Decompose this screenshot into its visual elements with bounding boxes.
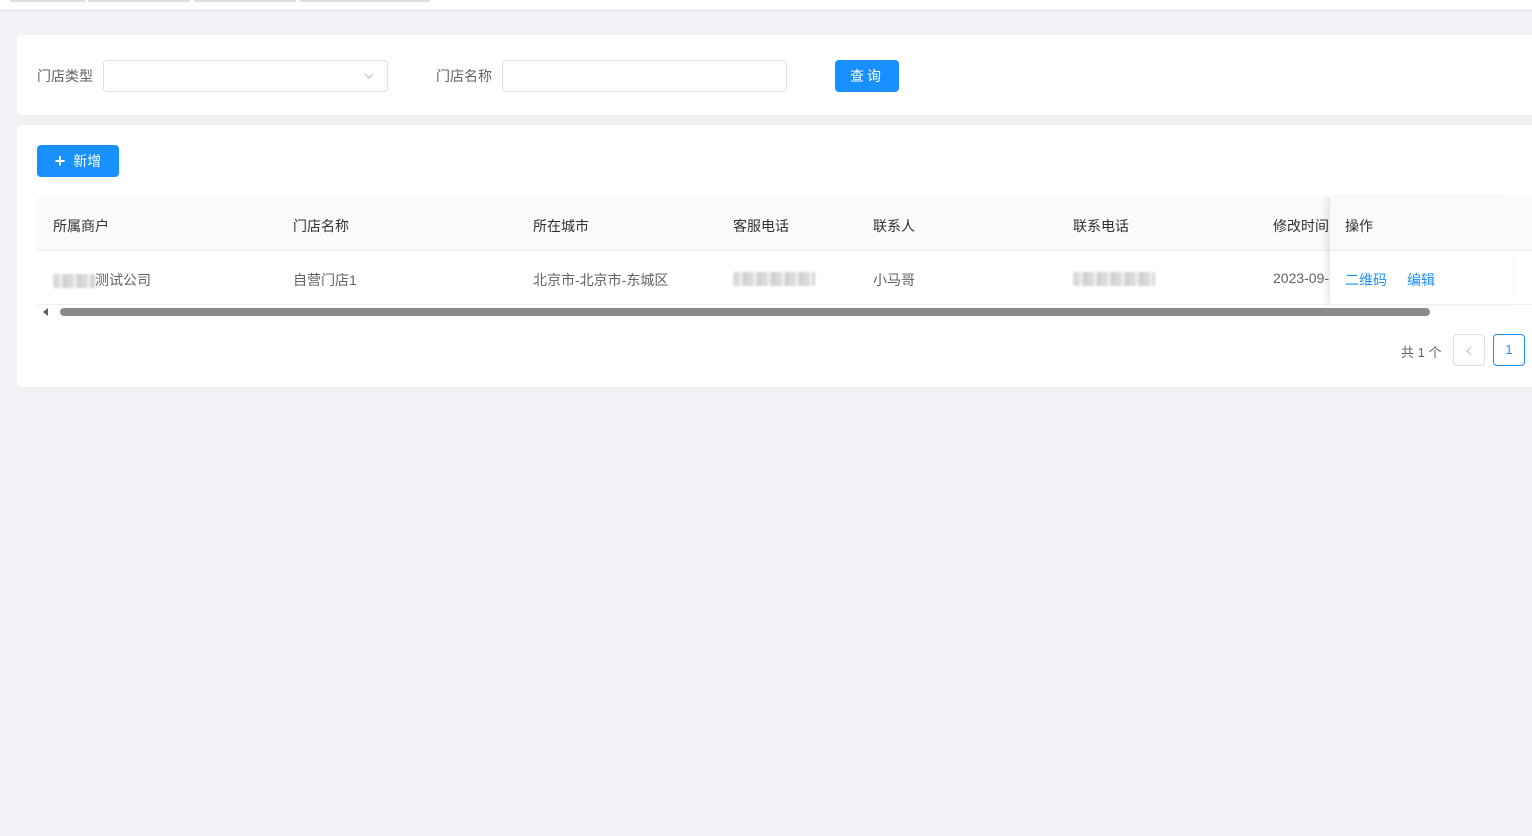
tab-stub[interactable] <box>88 0 190 2</box>
pagination-prev-button[interactable] <box>1453 334 1485 366</box>
column-header-store-name[interactable]: 门店名称 <box>293 216 349 236</box>
tab-stub[interactable] <box>300 0 430 2</box>
store-name-label: 门店名称 <box>436 68 492 84</box>
column-header-merchant[interactable]: 所属商户 <box>53 216 109 236</box>
plus-icon: + <box>54 151 66 171</box>
column-header-contact[interactable]: 联系人 <box>873 216 915 236</box>
column-header-modified-time[interactable]: 修改时间 <box>1273 216 1329 236</box>
store-type-label: 门店类型 <box>37 68 93 84</box>
cell-city: 北京市-北京市-东城区 <box>533 272 669 288</box>
chevron-left-icon <box>1466 346 1472 356</box>
cell-contact: 小马哥 <box>873 272 915 288</box>
redacted-text <box>733 272 815 287</box>
tab-stub[interactable] <box>10 0 85 2</box>
store-type-select[interactable] <box>103 60 388 92</box>
scroll-thumb[interactable] <box>60 308 1430 316</box>
pagination-total: 共 1 个 <box>1401 345 1442 360</box>
top-tab-bar <box>0 0 1532 11</box>
column-header-service-phone[interactable]: 客服电话 <box>733 216 789 236</box>
column-header-city[interactable]: 所在城市 <box>533 216 589 236</box>
column-header-contact-phone[interactable]: 联系电话 <box>1073 216 1129 236</box>
table-row: 测试公司 自营门店1 北京市-北京市-东城区 小马哥 2023-09-18 . <box>37 251 1532 305</box>
redacted-text <box>1073 272 1155 287</box>
cell-merchant: 测试公司 <box>53 270 151 290</box>
cell-store-name: 自营门店1 <box>293 272 357 288</box>
add-button-label: 新增 <box>73 153 102 169</box>
search-panel: 门店类型 门店名称 查询 <box>17 35 1532 115</box>
merchant-text: 测试公司 <box>95 272 151 288</box>
fixed-column-divider <box>1329 197 1512 305</box>
redacted-text <box>53 274 95 289</box>
add-button[interactable]: + 新增 <box>37 145 119 177</box>
pagination-page-1[interactable]: 1 <box>1493 334 1525 366</box>
cell-contact-phone <box>1073 270 1155 287</box>
chevron-down-icon <box>364 73 374 79</box>
table-panel: + 新增 所属商户 门店名称 所在城市 客服电话 联系人 联系电话 修改时间 测试… <box>17 125 1532 387</box>
cell-service-phone <box>733 270 815 287</box>
tab-stub[interactable] <box>194 0 296 2</box>
store-name-input[interactable] <box>502 60 787 92</box>
horizontal-scrollbar[interactable] <box>37 305 1532 319</box>
table-header: 所属商户 门店名称 所在城市 客服电话 联系人 联系电话 修改时间 <box>37 197 1532 251</box>
query-button[interactable]: 查询 <box>835 60 899 92</box>
scroll-left-icon[interactable] <box>43 308 48 316</box>
